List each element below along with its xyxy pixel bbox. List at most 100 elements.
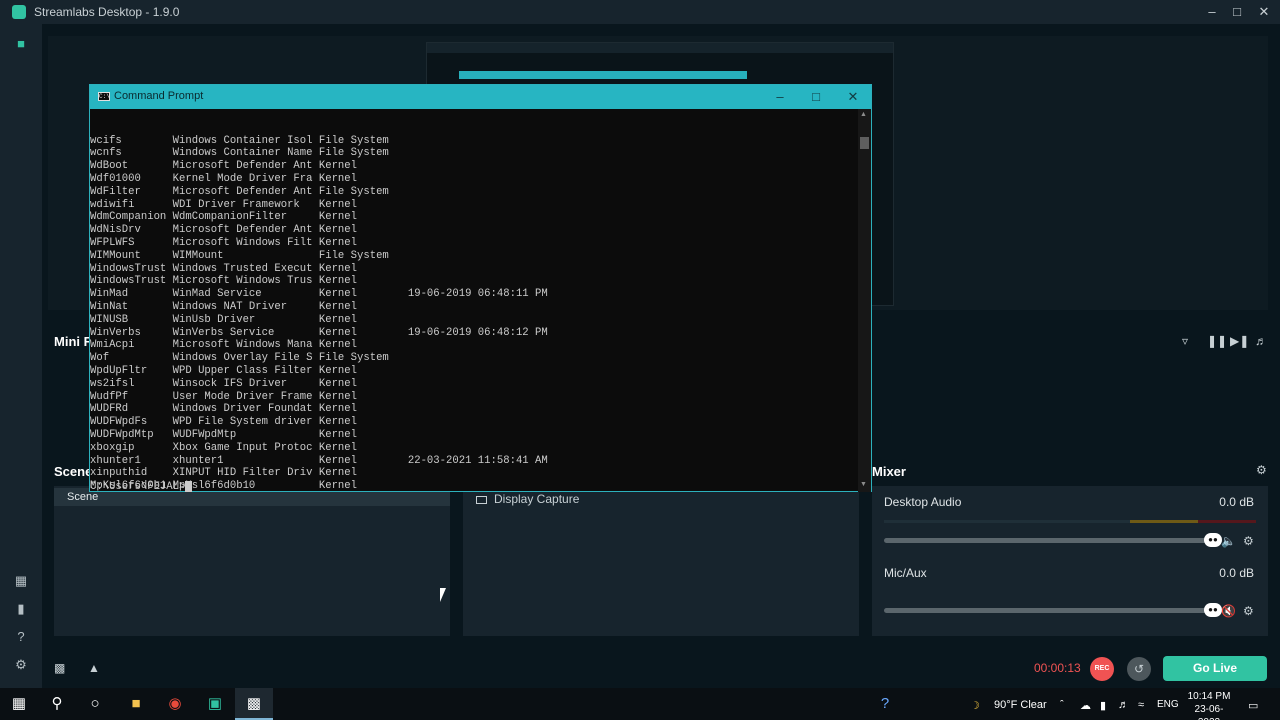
mixer-label: Mixer bbox=[872, 464, 906, 479]
cmd-output-line: wcnfs Windows Container Name File System bbox=[90, 147, 389, 160]
weather-moon-icon: ☽ bbox=[970, 700, 980, 712]
weather-text[interactable]: 90°F Clear bbox=[994, 699, 1047, 711]
pause-icon[interactable]: ❚❚ bbox=[1207, 334, 1227, 348]
channel-settings-gear-icon[interactable]: ⚙ bbox=[1243, 604, 1254, 618]
cmd-output-line: WdmCompanion WdmCompanionFilter Kernel bbox=[90, 211, 358, 224]
cmd-output-line: WdNisDrv Microsoft Defender Ant Kernel bbox=[90, 224, 358, 237]
skip-icon[interactable]: ▶❚ bbox=[1230, 334, 1249, 348]
scrollbar-thumb[interactable] bbox=[860, 137, 869, 149]
go-live-button[interactable]: Go Live bbox=[1163, 656, 1267, 681]
cmd-output-line: WUDFRd Windows Driver Foundat Kernel bbox=[90, 403, 358, 416]
mixer-channel-db: 0.0 dB bbox=[1219, 566, 1254, 580]
recording-timer: 00:00:13 bbox=[1034, 661, 1081, 675]
cmd-output-line: Wof Windows Overlay File S File System bbox=[90, 352, 389, 365]
studio-mode-icon[interactable]: ▮ bbox=[13, 601, 29, 617]
notification-bell-icon[interactable]: ▲ bbox=[88, 661, 100, 675]
cmd-close-button[interactable]: ✕ bbox=[835, 85, 871, 109]
speaker-icon[interactable]: 🔈 bbox=[1221, 534, 1236, 548]
maximize-button[interactable]: □ bbox=[1223, 0, 1251, 24]
scenes-label: Scene bbox=[54, 464, 93, 479]
cmd-output-line: MpKsl6f6d0b1 MpKsl6f6d0b10 Kernel bbox=[90, 480, 358, 492]
cmd-taskbar-icon[interactable]: ▩ bbox=[235, 688, 273, 720]
audio-meter bbox=[884, 520, 1256, 523]
cmd-output-line: WinNat Windows NAT Driver Kernel bbox=[90, 300, 358, 313]
muted-mic-icon[interactable]: 🔇 bbox=[1221, 604, 1236, 618]
volume-icon[interactable]: ♬ bbox=[1255, 334, 1267, 348]
cmd-output-line: WUDFWpdMtp WUDFWpdMtp Kernel bbox=[90, 428, 358, 441]
cmd-output-line: xinputhid XINPUT HID Filter Driv Kernel bbox=[90, 467, 358, 480]
help-bubble-icon[interactable]: ? bbox=[866, 688, 904, 720]
cmd-output-line: xhunter1 xhunter1 Kernel 22-03-2021 11:5… bbox=[90, 454, 548, 467]
scroll-down-icon[interactable]: ▼ bbox=[860, 481, 867, 488]
volume-slider-handle[interactable]: ●● bbox=[1204, 603, 1222, 617]
clock-time: 10:14 PM bbox=[1187, 691, 1231, 702]
preview-thumb-cmd-bar bbox=[459, 71, 747, 79]
monitor-icon bbox=[476, 495, 487, 504]
cmd-minimize-button[interactable]: – bbox=[762, 85, 798, 109]
volume-slider[interactable]: ●● bbox=[884, 603, 1222, 617]
cmd-output[interactable]: wcifs Windows Container Isol File System… bbox=[90, 109, 858, 492]
record-button[interactable]: REC bbox=[1090, 657, 1114, 681]
search-icon[interactable]: ⚲ bbox=[38, 688, 76, 720]
cmd-output-line: WINUSB WinUsb Driver Kernel bbox=[90, 313, 358, 326]
minimize-button[interactable]: – bbox=[1198, 0, 1226, 24]
speaker-tray-icon[interactable]: ♬ bbox=[1118, 699, 1129, 711]
performance-chart-icon[interactable]: ▩ bbox=[54, 661, 65, 675]
cmd-output-line: WdFilter Microsoft Defender Ant File Sys… bbox=[90, 185, 389, 198]
cmd-prompt[interactable]: C:\Users\FEJAL>​ bbox=[90, 481, 192, 492]
sources-panel bbox=[463, 486, 859, 636]
cmd-output-line: Wdf01000 Kernel Mode Driver Fra Kernel bbox=[90, 172, 358, 185]
mini-feed-label: Mini F bbox=[54, 334, 92, 349]
settings-gear-icon[interactable]: ⚙ bbox=[13, 657, 29, 673]
tray-chevron-icon[interactable]: ˆ bbox=[1060, 699, 1064, 711]
cmd-output-line: ws2ifsl Winsock IFS Driver Kernel bbox=[90, 377, 358, 390]
cmd-output-line: WUDFWpdFs WPD File System driver Kernel bbox=[90, 416, 358, 429]
meter-warning-zone bbox=[1130, 520, 1198, 523]
source-list-item[interactable]: Display Capture bbox=[476, 492, 579, 506]
taskbar-clock[interactable]: 10:14 PM 23-06-2022 bbox=[1186, 690, 1232, 720]
volume-slider-handle[interactable]: ●● bbox=[1204, 533, 1222, 547]
cmd-output-line: wcifs Windows Container Isol File System bbox=[90, 134, 389, 147]
volume-slider[interactable]: ●● bbox=[884, 533, 1222, 547]
notifications-icon[interactable]: ▭ bbox=[1248, 699, 1258, 712]
cmd-titlebar[interactable]: C:\ Command Prompt – □ ✕ bbox=[90, 85, 871, 109]
cmd-output-line: WIMMount WIMMount File System bbox=[90, 249, 389, 262]
streamlabs-logo-icon bbox=[12, 5, 26, 19]
close-button[interactable]: ✕ bbox=[1250, 0, 1278, 24]
layout-grid-icon[interactable]: ▦ bbox=[13, 573, 29, 589]
app-title: Streamlabs Desktop - 1.9.0 bbox=[34, 5, 180, 19]
command-prompt-window[interactable]: C:\ Command Prompt – □ ✕ wcifs Windows C… bbox=[89, 84, 872, 492]
replay-buffer-icon[interactable]: ↺ bbox=[1127, 657, 1151, 681]
cmd-app-icon: C:\ bbox=[98, 92, 110, 101]
cmd-output-line: wdiwifi WDI Driver Framework Kernel bbox=[90, 198, 358, 211]
microphone-icon[interactable]: ▮ bbox=[1100, 699, 1106, 712]
editor-camera-icon[interactable]: ■ bbox=[13, 36, 29, 52]
streamlabs-taskbar-icon[interactable]: ▣ bbox=[196, 688, 234, 720]
scenes-panel bbox=[54, 486, 450, 636]
help-icon[interactable]: ? bbox=[13, 629, 29, 645]
wifi-icon[interactable]: ≈ bbox=[1138, 699, 1144, 711]
mixer-channel-db: 0.0 dB bbox=[1219, 495, 1254, 509]
preview-thumb-titlebar bbox=[427, 43, 893, 53]
mixer-channel-label: Desktop Audio bbox=[884, 495, 962, 509]
windows-logo-icon[interactable]: ▦ bbox=[0, 688, 38, 720]
source-label: Display Capture bbox=[494, 492, 580, 506]
cmd-output-line: WudfPf User Mode Driver Frame Kernel bbox=[90, 390, 358, 403]
cmd-output-line: WindowsTrust Windows Trusted Execut Kern… bbox=[90, 262, 358, 275]
file-explorer-icon[interactable]: ■ bbox=[117, 688, 155, 720]
channel-settings-gear-icon[interactable]: ⚙ bbox=[1243, 534, 1254, 548]
mixer-settings-gear-icon[interactable]: ⚙ bbox=[1256, 463, 1267, 477]
filter-icon[interactable]: ▿ bbox=[1182, 334, 1188, 348]
cmd-output-line: WinMad WinMad Service Kernel 19-06-2019 … bbox=[90, 288, 548, 301]
cortana-circle-icon[interactable]: ○ bbox=[76, 688, 114, 720]
cmd-output-line: WindowsTrust Microsoft Windows Trus Kern… bbox=[90, 275, 358, 288]
cmd-output-line: WFPLWFS Microsoft Windows Filt Kernel bbox=[90, 236, 358, 249]
language-indicator[interactable]: ENG bbox=[1157, 699, 1179, 710]
chrome-icon[interactable]: ◉ bbox=[156, 688, 194, 720]
cmd-scrollbar[interactable]: ▲ ▼ bbox=[858, 109, 871, 492]
app-titlebar[interactable]: Streamlabs Desktop - 1.9.0 bbox=[0, 0, 1280, 24]
onedrive-cloud-icon[interactable]: ☁ bbox=[1080, 699, 1091, 712]
cmd-maximize-button[interactable]: □ bbox=[798, 85, 834, 109]
scroll-up-icon[interactable]: ▲ bbox=[860, 111, 867, 118]
cmd-output-line: WdBoot Microsoft Defender Ant Kernel bbox=[90, 160, 358, 173]
